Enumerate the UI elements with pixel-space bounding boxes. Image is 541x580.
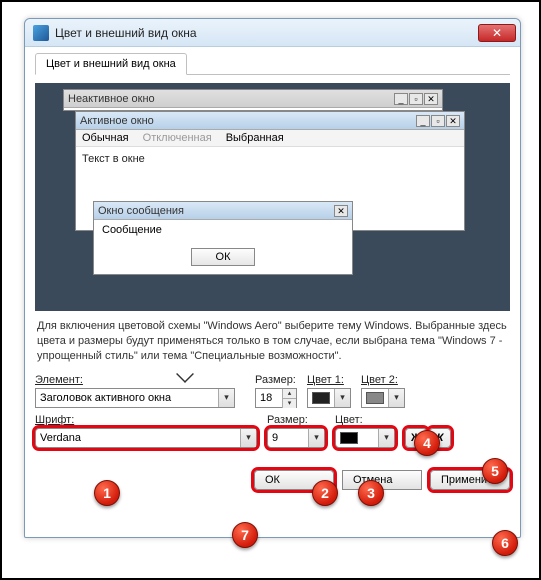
annotation-marker-1: 1 — [94, 480, 120, 506]
annotation-marker-2: 2 — [312, 480, 338, 506]
close-icon: ✕ — [334, 205, 348, 217]
msgbox-body: Сообщение — [94, 220, 352, 244]
element-value: Заголовок активного окна — [40, 392, 171, 404]
preview-pane: Неактивное окно _ ▫ ✕ Активное окно _ ▫ … — [35, 83, 510, 311]
msgbox-title: Окно сообщения — [98, 205, 334, 217]
maximize-icon: ▫ — [431, 115, 445, 127]
menu-item-disabled: Отключенная — [143, 132, 212, 144]
size2-value: 9 — [272, 432, 278, 444]
tab-appearance[interactable]: Цвет и внешний вид окна — [35, 53, 187, 75]
titlebar[interactable]: Цвет и внешний вид окна ✕ — [25, 19, 520, 47]
font-color-label: Цвет: — [335, 414, 395, 426]
color2-picker[interactable]: ▾ — [361, 388, 405, 408]
size2-label: Размер: — [267, 414, 325, 426]
chevron-down-icon: ▾ — [308, 429, 324, 447]
font-combo[interactable]: Verdana ▾ — [35, 428, 257, 448]
maximize-icon: ▫ — [409, 93, 423, 105]
app-icon — [33, 25, 49, 41]
font-value: Verdana — [40, 432, 81, 444]
close-icon: ✕ — [492, 27, 502, 39]
annotation-marker-5: 5 — [482, 458, 508, 484]
chevron-down-icon: ▾ — [334, 389, 350, 407]
chevron-down-icon: ▾ — [388, 389, 404, 407]
element-size-spin[interactable]: 18 ▴▾ — [255, 388, 297, 408]
preview-inactive-window: Неактивное окно _ ▫ ✕ — [63, 89, 443, 111]
active-window-title: Активное окно — [80, 115, 416, 127]
preview-text-area: Текст в окне — [76, 147, 464, 171]
msgbox-ok-button: ОК — [191, 248, 255, 266]
description-text: Для включения цветовой схемы "Windows Ae… — [37, 319, 508, 364]
menu-item-selected: Выбранная — [226, 132, 284, 144]
minimize-icon: _ — [416, 115, 430, 127]
color2-swatch — [366, 392, 384, 404]
font-size-combo[interactable]: 9 ▾ — [267, 428, 325, 448]
size1-label: Размер: — [255, 374, 297, 386]
element-label: Элемент: — [35, 374, 245, 386]
color1-label: Цвет 1: — [307, 374, 351, 386]
close-icon: ✕ — [446, 115, 460, 127]
tab-strip: Цвет и внешний вид окна — [35, 53, 510, 75]
color1-picker[interactable]: ▾ — [307, 388, 351, 408]
preview-menu: Обычная Отключенная Выбранная — [76, 130, 464, 147]
annotation-marker-3: 3 — [358, 480, 384, 506]
menu-item-normal: Обычная — [82, 132, 129, 144]
color2-label: Цвет 2: — [361, 374, 405, 386]
color1-swatch — [312, 392, 330, 404]
font-color-combo[interactable]: ▾ — [335, 428, 395, 448]
client-area: Цвет и внешний вид окна Неактивное окно … — [25, 47, 520, 500]
chevron-down-icon: ▾ — [240, 429, 256, 447]
annotation-marker-6: 6 — [492, 530, 518, 556]
appearance-settings-window: Цвет и внешний вид окна ✕ Цвет и внешний… — [24, 18, 521, 538]
chevron-down-icon: ▾ — [218, 389, 234, 407]
window-title: Цвет и внешний вид окна — [55, 26, 478, 40]
annotation-marker-4: 4 — [414, 430, 440, 456]
preview-message-box: Окно сообщения ✕ Сообщение ОК — [93, 201, 353, 275]
chevron-down-icon: ▾ — [378, 429, 394, 447]
element-row: Элемент: Заголовок активного окна ▾ Разм… — [35, 374, 510, 408]
font-label: Шрифт: — [35, 414, 257, 426]
minimize-icon: _ — [394, 93, 408, 105]
element-combo[interactable]: Заголовок активного окна ▾ — [35, 388, 235, 408]
spinner-icon: ▴▾ — [282, 389, 296, 407]
inactive-window-title: Неактивное окно — [68, 93, 394, 105]
annotation-marker-7: 7 — [232, 522, 258, 548]
close-button[interactable]: ✕ — [478, 24, 516, 42]
font-color-swatch — [340, 432, 358, 444]
close-icon: ✕ — [424, 93, 438, 105]
size1-value: 18 — [260, 392, 272, 404]
